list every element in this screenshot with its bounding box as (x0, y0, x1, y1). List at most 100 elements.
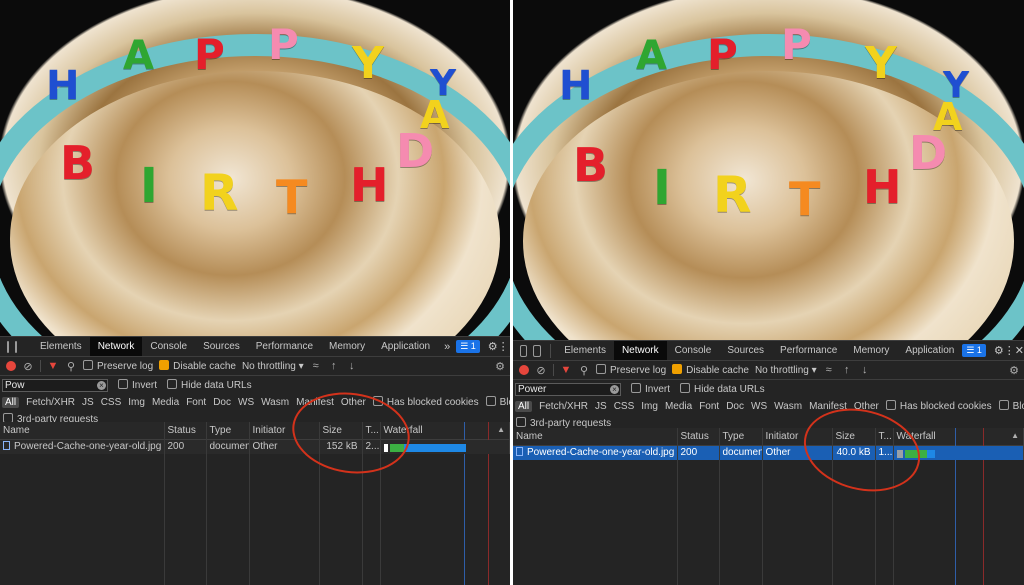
disable-cache-checkbox[interactable]: Disable cache (159, 360, 236, 372)
type-filter-all[interactable]: All (515, 400, 533, 412)
type-filter-css[interactable]: CSS (101, 397, 122, 408)
network-toolbar: ⊘ ▼ ⚲ Preserve log Disable cache No thro… (513, 361, 1024, 380)
disable-cache-label: Disable cache (686, 365, 749, 376)
tab-sources[interactable]: Sources (195, 337, 248, 356)
type-filter-other[interactable]: Other (341, 397, 366, 408)
hide-data-urls-checkbox[interactable]: Hide data URLs (167, 379, 252, 391)
kebab-menu-icon[interactable]: ⋮ (498, 340, 509, 353)
type-filter-doc[interactable]: Doc (726, 401, 744, 412)
inspect-element-icon[interactable] (520, 344, 528, 357)
messages-badge[interactable]: ☰ 1 (962, 344, 986, 357)
candle-p: P (194, 30, 225, 79)
type-filter-js[interactable]: JS (82, 397, 94, 408)
tab-elements[interactable]: Elements (32, 337, 90, 356)
more-tabs-button[interactable]: » (438, 341, 456, 353)
type-filter-fetch-xhr[interactable]: Fetch/XHR (539, 401, 588, 412)
inspect-element-icon[interactable] (7, 340, 9, 353)
clear-filter-icon[interactable]: × (610, 384, 619, 394)
type-filter-manifest[interactable]: Manifest (296, 397, 334, 408)
type-filter-wasm[interactable]: Wasm (774, 401, 802, 412)
blocked-requests-checkbox[interactable]: Blocked Requests (485, 396, 510, 408)
type-filter-ws[interactable]: WS (238, 397, 254, 408)
blocked-requests-checkbox[interactable]: Blocked Requests (998, 400, 1024, 412)
type-filter-all[interactable]: All (2, 396, 20, 408)
cell-waterfall (380, 439, 510, 454)
type-filter-img[interactable]: Img (128, 397, 145, 408)
close-icon[interactable]: ✕ (1015, 344, 1024, 357)
export-har-icon[interactable]: ↓ (859, 364, 871, 376)
preserve-log-checkbox[interactable]: Preserve log (83, 360, 153, 372)
tab-sources[interactable]: Sources (719, 341, 772, 360)
type-filter-wasm[interactable]: Wasm (261, 397, 289, 408)
type-filter-media[interactable]: Media (152, 397, 179, 408)
type-filter-img[interactable]: Img (641, 401, 658, 412)
tab-application[interactable]: Application (373, 337, 438, 356)
tab-memory[interactable]: Memory (321, 337, 373, 356)
invert-checkbox[interactable]: Invert (118, 379, 157, 391)
search-icon[interactable]: ⚲ (65, 360, 77, 373)
waterfall-download-bar (403, 443, 466, 452)
settings-gear-icon[interactable]: ⚙ (994, 344, 1004, 357)
filter-icon[interactable]: ▼ (47, 360, 59, 372)
has-blocked-cookies-label: Has blocked cookies (386, 397, 479, 408)
record-icon[interactable] (6, 361, 16, 371)
tab-console[interactable]: Console (667, 341, 720, 360)
tab-memory[interactable]: Memory (845, 341, 897, 360)
type-filter-ws[interactable]: WS (751, 401, 767, 412)
type-filter-fetch-xhr[interactable]: Fetch/XHR (26, 397, 75, 408)
type-filter-css[interactable]: CSS (614, 401, 635, 412)
devtools-panel: Elements Network Console Sources Perform… (0, 336, 510, 585)
third-party-checkbox[interactable]: 3rd-party requests (516, 416, 611, 429)
candle-y: Y (865, 38, 897, 89)
messages-badge[interactable]: ☰ 1 (456, 340, 480, 353)
search-icon[interactable]: ⚲ (578, 364, 590, 377)
has-blocked-cookies-checkbox[interactable]: Has blocked cookies (372, 396, 479, 408)
clear-icon[interactable]: ⊘ (535, 364, 547, 377)
throttling-dropdown[interactable]: No throttling (242, 361, 304, 372)
import-har-icon[interactable]: ↑ (841, 364, 853, 376)
device-toolbar-icon[interactable] (533, 344, 541, 357)
type-filter-media[interactable]: Media (665, 401, 692, 412)
filter-input[interactable] (515, 382, 621, 396)
tab-performance[interactable]: Performance (248, 337, 321, 356)
export-har-icon[interactable]: ↓ (346, 360, 358, 372)
type-filter-doc[interactable]: Doc (213, 397, 231, 408)
type-filter-js[interactable]: JS (595, 401, 607, 412)
record-icon[interactable] (519, 365, 529, 375)
left-screenshot: H A P P Y B I R T H D A Y Elements Netwo… (0, 0, 510, 585)
type-filter-manifest[interactable]: Manifest (809, 401, 847, 412)
candle-r: R (713, 166, 752, 224)
tab-console[interactable]: Console (142, 337, 195, 356)
candle-i: I (140, 158, 158, 214)
throttling-dropdown[interactable]: No throttling (755, 365, 817, 376)
network-conditions-icon[interactable]: ≈ (310, 360, 322, 372)
kebab-menu-icon[interactable]: ⋮ (1004, 344, 1015, 357)
network-settings-gear-icon[interactable]: ⚙ (494, 360, 506, 373)
clear-icon[interactable]: ⊘ (22, 360, 34, 373)
tab-application[interactable]: Application (897, 341, 962, 360)
type-filter-font[interactable]: Font (186, 397, 206, 408)
device-toolbar-icon[interactable] (15, 340, 17, 353)
import-har-icon[interactable]: ↑ (328, 360, 340, 372)
network-conditions-icon[interactable]: ≈ (823, 364, 835, 376)
tab-performance[interactable]: Performance (772, 341, 845, 360)
settings-gear-icon[interactable]: ⚙ (488, 340, 498, 353)
hide-data-urls-checkbox[interactable]: Hide data URLs (680, 383, 765, 395)
clear-filter-icon[interactable]: × (97, 380, 106, 390)
type-filter-font[interactable]: Font (699, 401, 719, 412)
network-settings-gear-icon[interactable]: ⚙ (1008, 364, 1020, 377)
close-icon[interactable]: ✕ (509, 340, 510, 353)
tab-network[interactable]: Network (613, 341, 667, 360)
filter-input[interactable] (2, 378, 108, 392)
invert-checkbox[interactable]: Invert (631, 383, 670, 395)
disable-cache-label: Disable cache (173, 361, 236, 372)
tab-network[interactable]: Network (89, 337, 143, 356)
preserve-log-checkbox[interactable]: Preserve log (596, 364, 666, 376)
candle-p: P (707, 30, 738, 79)
disable-cache-checkbox[interactable]: Disable cache (672, 364, 749, 376)
has-blocked-cookies-checkbox[interactable]: Has blocked cookies (885, 400, 992, 412)
filter-input-wrap: × (2, 378, 108, 392)
filter-icon[interactable]: ▼ (560, 364, 572, 376)
type-filter-other[interactable]: Other (854, 401, 879, 412)
tab-elements[interactable]: Elements (556, 341, 614, 360)
